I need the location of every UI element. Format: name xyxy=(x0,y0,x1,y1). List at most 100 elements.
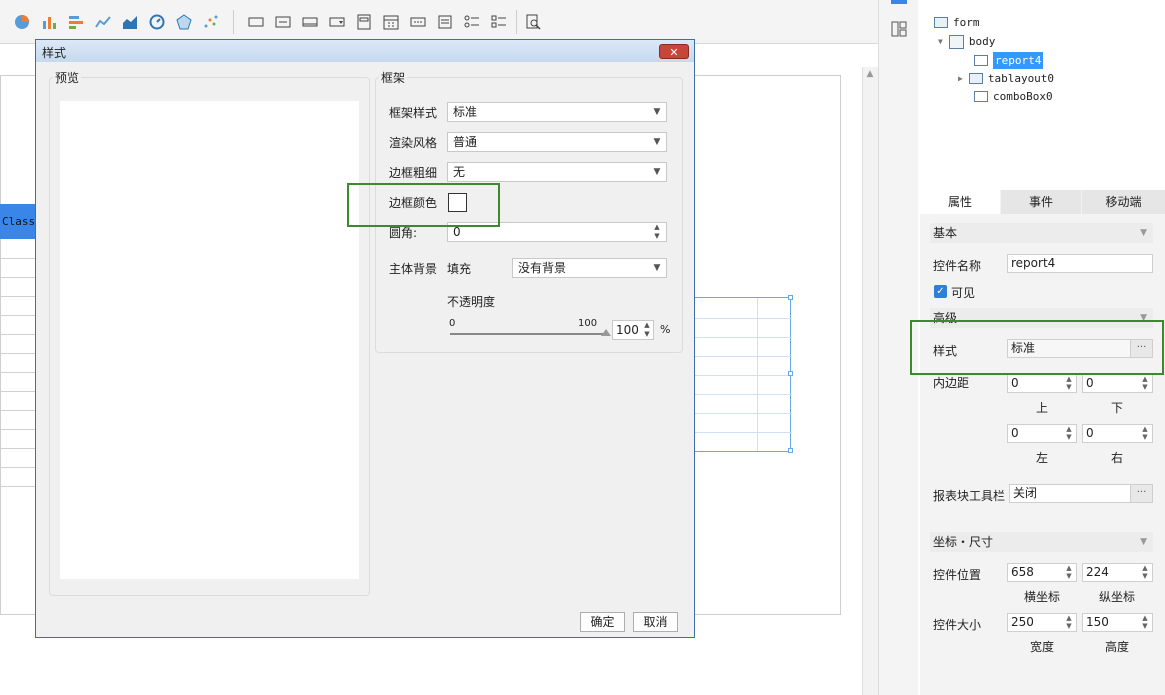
table-row-line xyxy=(0,467,36,468)
widget-tab-indicator[interactable] xyxy=(891,0,907,4)
expand-down-icon[interactable]: ▼ xyxy=(938,33,943,50)
border-color-highlight-box xyxy=(347,183,500,227)
tab-events[interactable]: 事件 xyxy=(1001,190,1081,214)
opacity-slider[interactable] xyxy=(450,329,611,336)
pos-x-input[interactable]: 658 ▲ ▼ xyxy=(1007,563,1077,582)
combobox-widget-icon[interactable] xyxy=(329,14,345,30)
search-doc-icon[interactable] xyxy=(525,14,541,30)
visible-label: 可见 xyxy=(951,286,976,300)
close-icon[interactable]: ✕ xyxy=(659,44,689,59)
slider-max-label: 100 xyxy=(578,318,598,329)
form-widget-icon[interactable] xyxy=(356,14,372,30)
combobox-node-icon xyxy=(974,91,988,102)
spinner-icon[interactable]: ▲ ▼ xyxy=(1139,614,1151,631)
table-header-cell[interactable]: Class xyxy=(0,204,36,239)
tree-item-form[interactable]: form xyxy=(934,14,980,31)
spinner-icon[interactable]: ▲ ▼ xyxy=(1139,564,1151,581)
calendar-widget-icon[interactable] xyxy=(383,14,399,30)
padding-top-caption: 上 xyxy=(1036,401,1049,415)
padding-right-input[interactable]: 0 ▲ ▼ xyxy=(1082,424,1153,443)
chevron-down-icon[interactable]: ▼ xyxy=(648,103,666,121)
tab-mobile[interactable]: 移动端 xyxy=(1082,190,1165,214)
report-row-line xyxy=(693,394,792,395)
dialog-titlebar[interactable]: 样式 ✕ xyxy=(36,40,694,62)
spinner-icon[interactable]: ▲ ▼ xyxy=(648,223,666,241)
spinner-icon[interactable]: ▲ ▼ xyxy=(1063,614,1075,631)
spinner-icon[interactable]: ▲ ▼ xyxy=(1139,375,1151,392)
frame-style-select[interactable]: 标准 ▼ xyxy=(447,102,667,122)
tree-item-tablayout0[interactable]: ▶ tablayout0 xyxy=(958,70,1054,87)
radio-group-icon[interactable] xyxy=(464,14,480,30)
visible-checkbox[interactable]: ✓ xyxy=(934,285,947,298)
bar-chart-icon[interactable] xyxy=(41,14,57,30)
toolbar-field[interactable]: 关闭 ··· xyxy=(1009,484,1153,503)
expand-right-icon[interactable]: ▶ xyxy=(958,70,963,87)
render-style-select[interactable]: 普通 ▼ xyxy=(447,132,667,152)
radar-chart-icon[interactable] xyxy=(176,14,192,30)
padding-label: 内边距 xyxy=(933,376,970,390)
label-widget-icon[interactable] xyxy=(275,14,291,30)
pie-chart-icon[interactable] xyxy=(14,14,30,30)
area-chart-icon[interactable] xyxy=(122,14,138,30)
pos-y-input[interactable]: 224 ▲ ▼ xyxy=(1082,563,1153,582)
name-field[interactable]: report4 xyxy=(1007,254,1153,273)
number-widget-icon[interactable] xyxy=(410,14,426,30)
spinner-icon[interactable]: ▲ ▼ xyxy=(1063,375,1075,392)
chevron-down-icon[interactable]: ▼ xyxy=(648,163,666,181)
table-row-line xyxy=(0,258,36,259)
tree-item-report4[interactable]: report4 xyxy=(974,52,1044,69)
spinner-icon[interactable]: ▲ ▼ xyxy=(1063,425,1075,442)
collapse-icon[interactable]: ▼ xyxy=(1140,223,1147,243)
spinner-icon[interactable]: ▲ ▼ xyxy=(1063,564,1075,581)
textbox-widget-icon[interactable] xyxy=(302,14,318,30)
toolbar-separator xyxy=(516,10,517,34)
line-chart-icon[interactable] xyxy=(95,14,111,30)
border-width-select[interactable]: 无 ▼ xyxy=(447,162,667,182)
opacity-input[interactable]: 100 ▲ ▼ xyxy=(612,320,654,340)
preview-area xyxy=(60,101,359,579)
scatter-chart-icon[interactable] xyxy=(203,14,219,30)
toolbar-more-button[interactable]: ··· xyxy=(1130,485,1152,502)
padding-bottom-caption: 下 xyxy=(1111,401,1124,415)
body-node-icon xyxy=(948,34,964,49)
scroll-up-icon[interactable]: ▲ xyxy=(862,69,878,83)
property-panel: 属性 事件 移动端 基本 ▼ 控件名称 report4 ✓ 可见 高级 ▼ 样式… xyxy=(920,190,1165,695)
button-widget-icon[interactable] xyxy=(248,14,264,30)
padding-bottom-input[interactable]: 0 ▲ ▼ xyxy=(1082,374,1153,393)
report-widget-selection[interactable] xyxy=(692,295,793,453)
report-node-icon xyxy=(974,55,988,66)
tree-item-combobox0[interactable]: comboBox0 xyxy=(974,88,1053,105)
position-label: 控件位置 xyxy=(933,568,982,582)
horizontal-bar-icon[interactable] xyxy=(68,14,84,30)
section-basic[interactable]: 基本 ▼ xyxy=(930,223,1153,243)
textarea-widget-icon[interactable] xyxy=(437,14,453,30)
padding-left-input[interactable]: 0 ▲ ▼ xyxy=(1007,424,1077,443)
padding-top-input[interactable]: 0 ▲ ▼ xyxy=(1007,374,1077,393)
resize-handle[interactable] xyxy=(788,448,793,453)
section-coords[interactable]: 坐标・尺寸 ▼ xyxy=(930,532,1153,552)
gauge-icon[interactable] xyxy=(149,14,165,30)
chevron-down-icon[interactable]: ▼ xyxy=(648,259,666,277)
collapse-icon[interactable]: ▼ xyxy=(1140,532,1147,552)
cancel-button[interactable]: 取消 xyxy=(633,612,678,632)
resize-handle[interactable] xyxy=(788,371,793,376)
tree-item-body[interactable]: ▼ body xyxy=(938,33,995,50)
slider-thumb[interactable] xyxy=(601,329,611,336)
spinner-icon[interactable]: ▲ ▼ xyxy=(1139,425,1151,442)
height-input[interactable]: 150 ▲ ▼ xyxy=(1082,613,1153,632)
form-node-icon xyxy=(934,17,948,28)
table-row-line xyxy=(0,277,36,278)
table-row-line xyxy=(0,296,36,297)
width-input[interactable]: 250 ▲ ▼ xyxy=(1007,613,1077,632)
dialog-title: 样式 xyxy=(42,46,67,60)
chevron-down-icon[interactable]: ▼ xyxy=(648,133,666,151)
tab-properties[interactable]: 属性 xyxy=(920,190,1000,214)
checkbox-group-icon[interactable] xyxy=(491,14,507,30)
resize-handle[interactable] xyxy=(788,295,793,300)
toolbar-label: 报表块工具栏 xyxy=(933,489,1006,503)
background-select[interactable]: 没有背景 ▼ xyxy=(512,258,667,278)
canvas-scrollbar[interactable] xyxy=(862,67,878,695)
layout-panel-icon[interactable] xyxy=(891,21,907,37)
ok-button[interactable]: 确定 xyxy=(580,612,625,632)
spinner-icon[interactable]: ▲ ▼ xyxy=(641,321,653,339)
